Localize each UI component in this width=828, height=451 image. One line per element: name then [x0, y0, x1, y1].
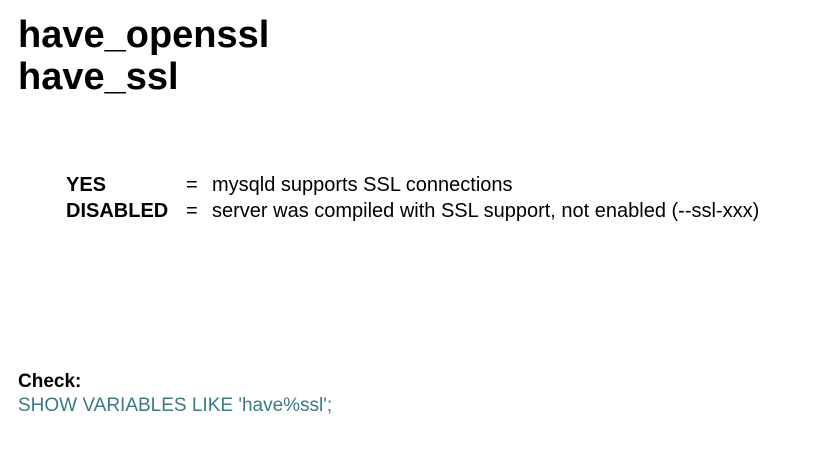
- definition-list: YES = mysqld supports SSL connections DI…: [66, 172, 759, 224]
- slide-title: have_openssl have_ssl: [18, 14, 269, 98]
- definition-term: YES: [66, 174, 107, 196]
- title-line-have-ssl: have_ssl: [18, 56, 179, 98]
- check-section: Check: SHOW VARIABLES LIKE 'have%ssl';: [18, 370, 332, 418]
- definition-row-disabled: DISABLED = server was compiled with SSL …: [66, 198, 759, 224]
- definition-description: server was compiled with SSL support, no…: [212, 200, 760, 222]
- definition-row-yes: YES = mysqld supports SSL connections: [66, 172, 759, 198]
- title-line-have-openssl: have_openssl: [18, 14, 270, 56]
- definition-term: DISABLED: [66, 200, 169, 222]
- check-label: Check:: [18, 371, 82, 392]
- sql-query: SHOW VARIABLES LIKE 'have%ssl';: [18, 395, 333, 416]
- equals-sign: =: [186, 200, 198, 222]
- equals-sign: =: [186, 174, 198, 196]
- definition-description: mysqld supports SSL connections: [212, 174, 513, 196]
